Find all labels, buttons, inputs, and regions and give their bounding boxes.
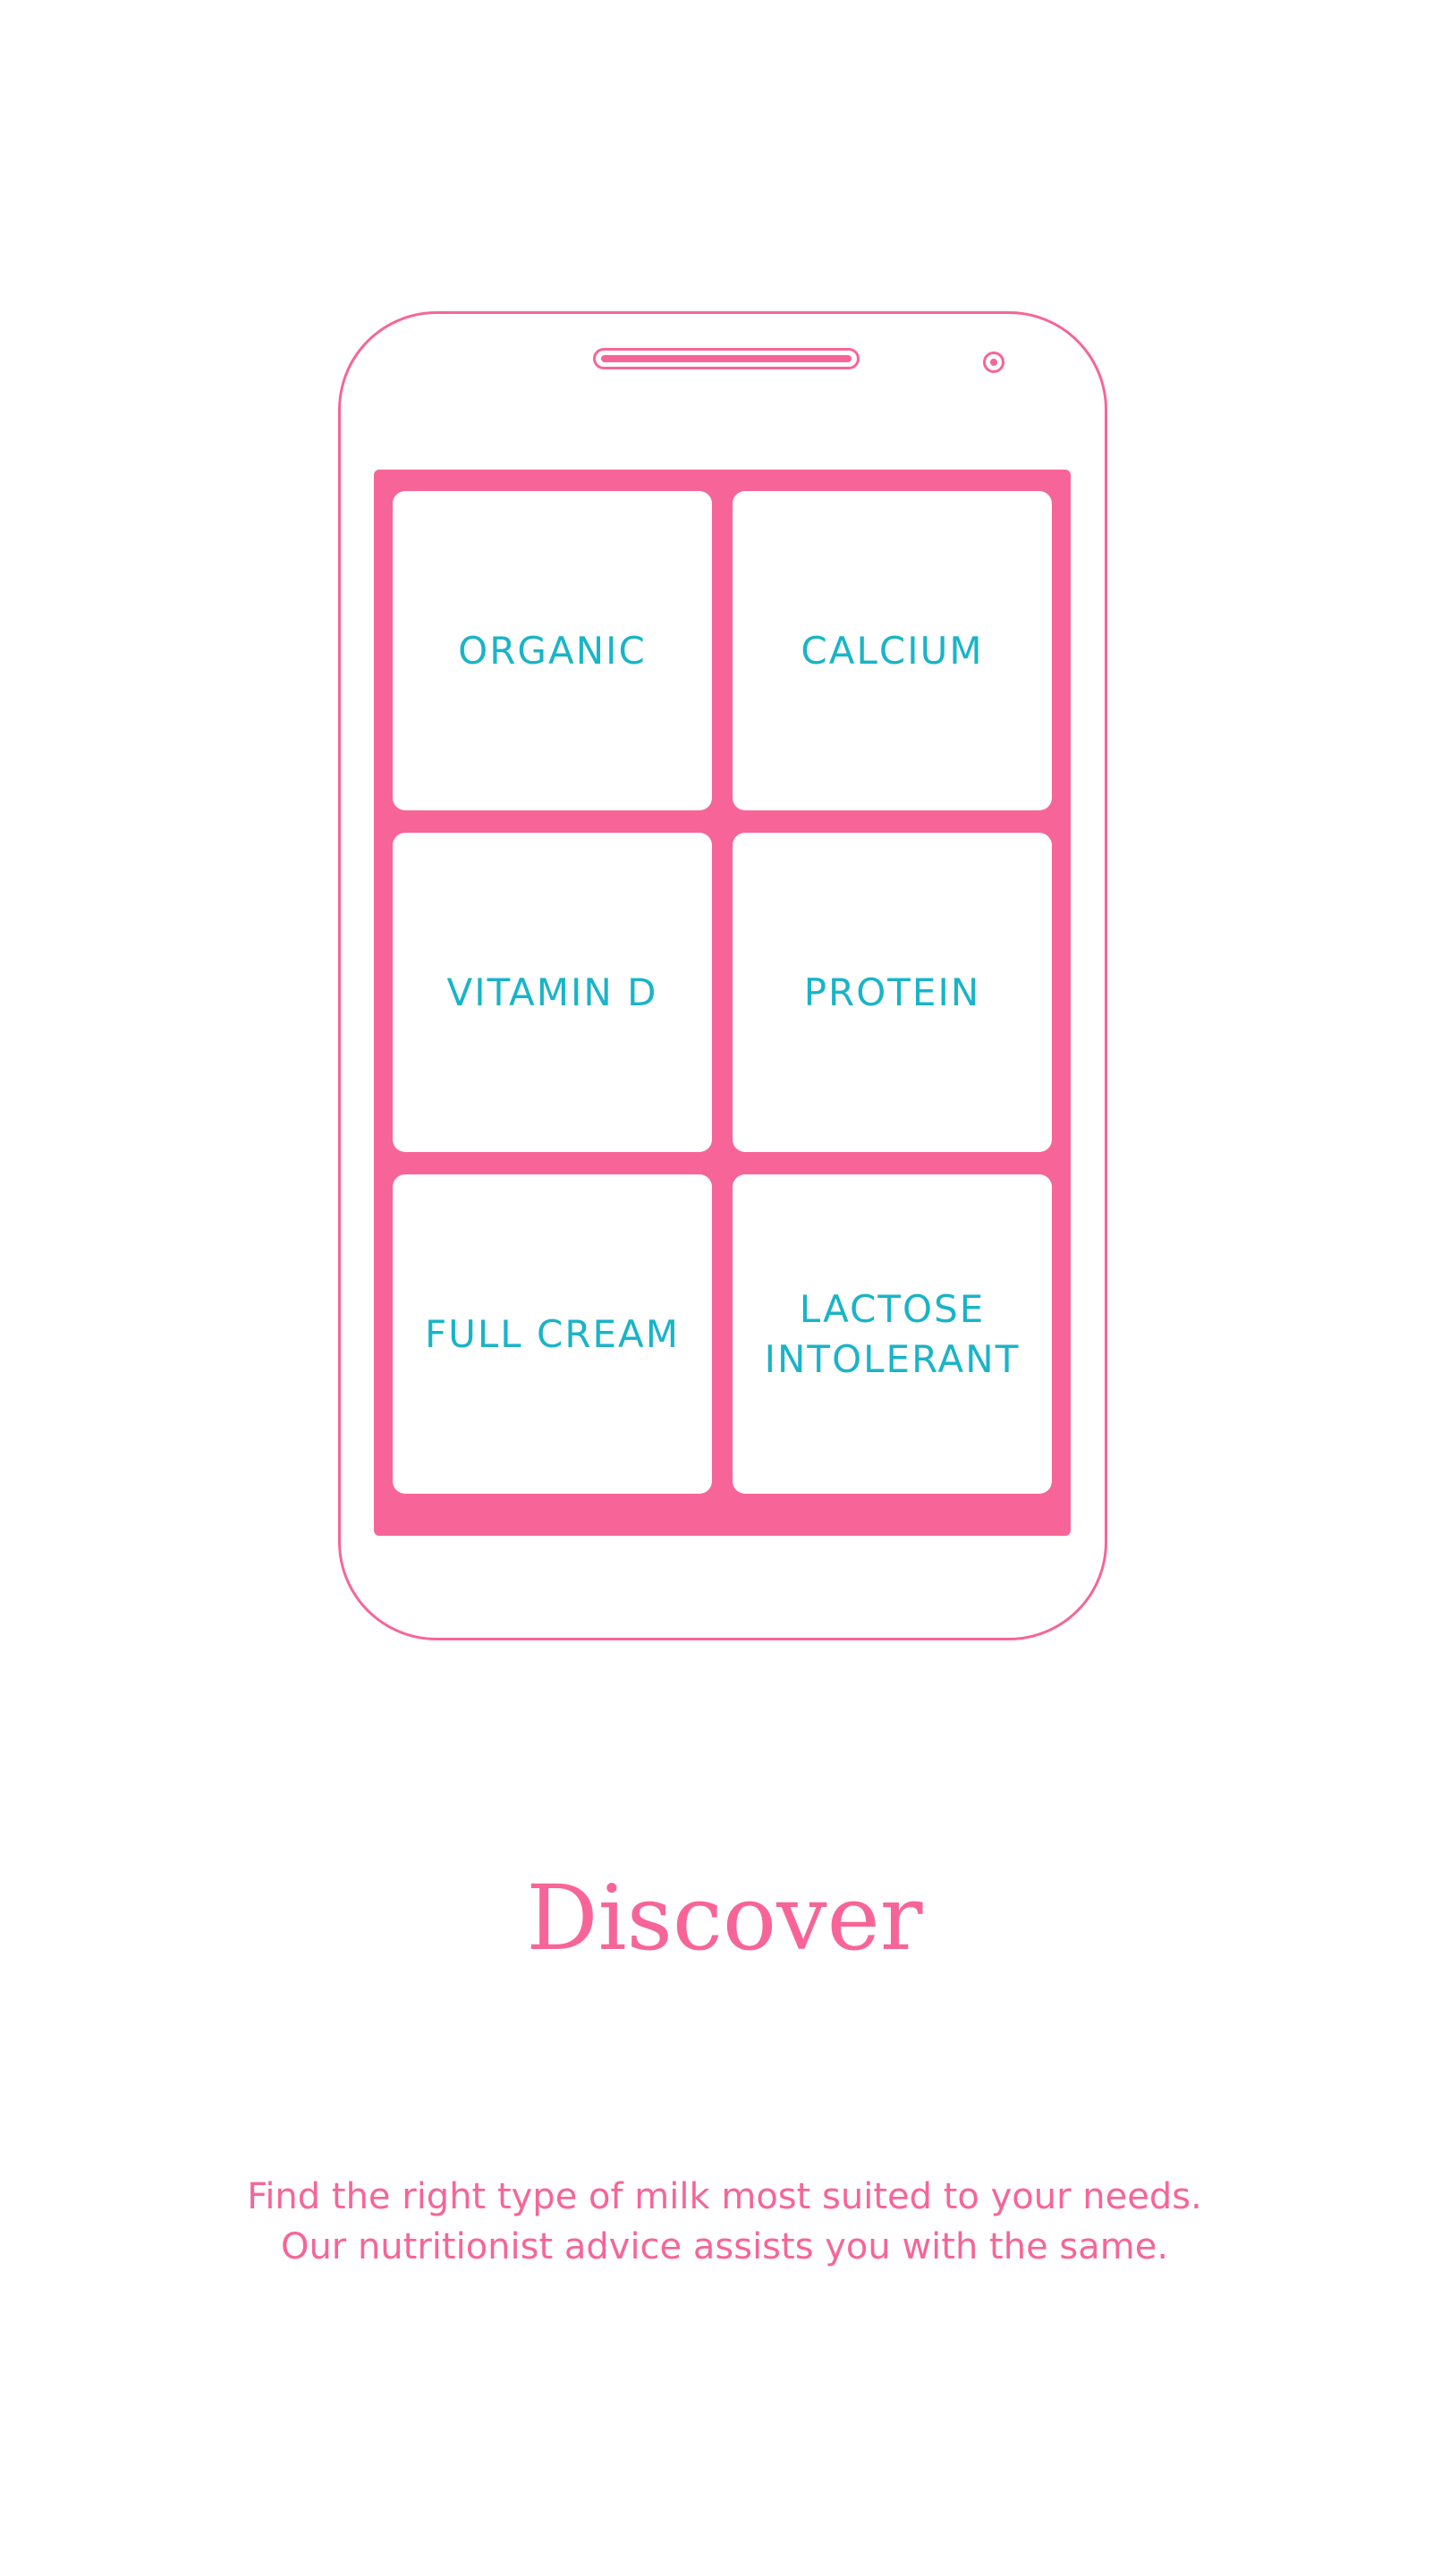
speaker-grille-fill	[601, 355, 852, 362]
option-tile-protein[interactable]: PROTEIN	[733, 833, 1052, 1152]
option-label: ORGANIC	[458, 628, 647, 673]
camera-lens	[990, 359, 997, 366]
description-line-1: Find the right type of milk most suited …	[247, 2176, 1202, 2217]
page-title: Discover	[526, 1866, 923, 1970]
option-label: VITAMIN D	[446, 970, 658, 1014]
description-line-2: Our nutritionist advice assists you with…	[280, 2226, 1169, 2267]
speaker-icon	[593, 348, 860, 369]
option-label: PROTEIN	[803, 970, 981, 1014]
phone-screen: ORGANIC CALCIUM VITAMIN D PROTEIN FULL C…	[374, 470, 1071, 1536]
option-tile-lactose-intolerant[interactable]: LACTOSE INTOLERANT	[733, 1174, 1052, 1494]
option-tile-organic[interactable]: ORGANIC	[393, 491, 712, 810]
option-tile-calcium[interactable]: CALCIUM	[733, 491, 1052, 810]
option-label: CALCIUM	[801, 628, 984, 673]
option-tile-full-cream[interactable]: FULL CREAM	[393, 1174, 712, 1494]
option-label: FULL CREAM	[424, 1311, 681, 1356]
description-text: Find the right type of milk most suited …	[0, 2172, 1449, 2272]
camera-icon	[983, 352, 1004, 373]
option-tile-vitamin-d[interactable]: VITAMIN D	[393, 833, 712, 1152]
option-label: LACTOSE INTOLERANT	[764, 1286, 1021, 1381]
